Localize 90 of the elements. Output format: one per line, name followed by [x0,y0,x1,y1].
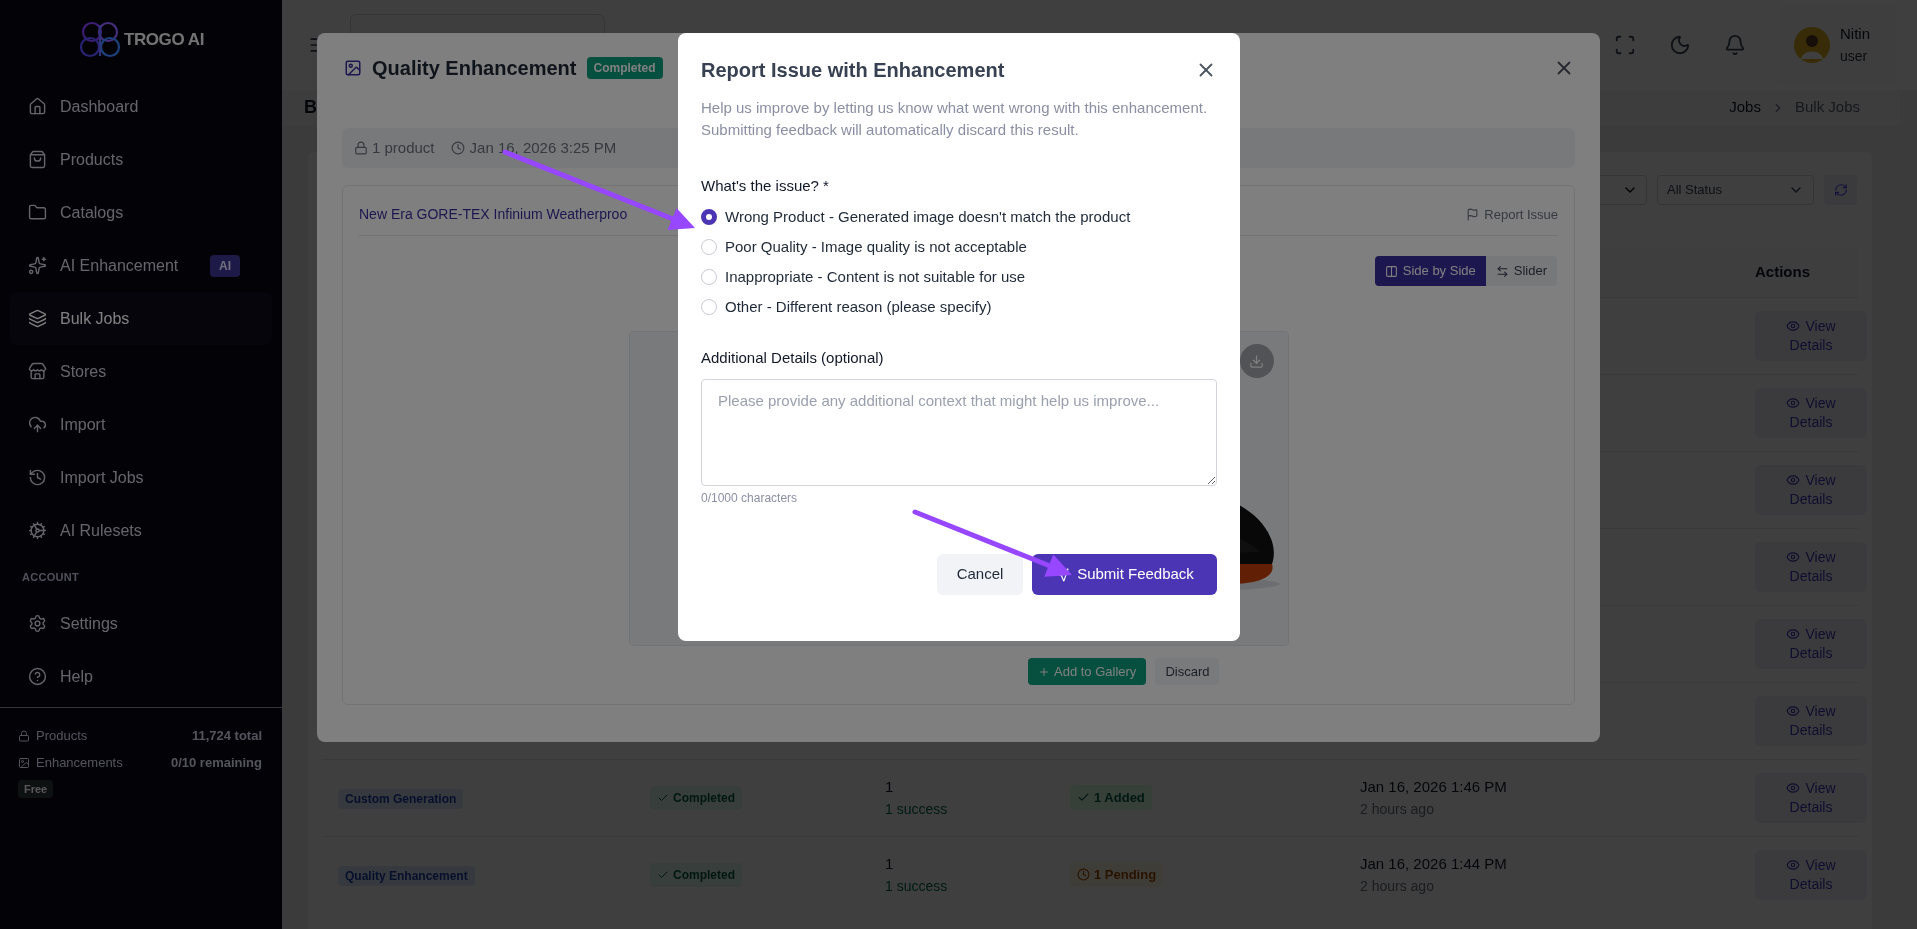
item-count: 1 [885,777,895,798]
fullscreen-icon[interactable] [1614,34,1636,56]
issue-option[interactable]: Inappropriate - Content is not suitable for use [701,262,1217,292]
columns-icon [1384,264,1398,278]
issue-option[interactable]: Wrong Product - Generated image doesn't match the product [701,202,1217,232]
cog-icon [28,521,47,540]
details-label: Additional Details (optional) [701,348,885,368]
usage-label: Enhancements [36,753,123,772]
avatar [1794,27,1830,63]
refresh-button[interactable] [1824,175,1857,205]
help-icon [28,667,47,686]
image-icon [344,59,362,77]
submit-button[interactable]: Submit Feedback [1032,554,1217,595]
eye-icon [1786,396,1801,410]
breadcrumb-item[interactable]: Jobs [1729,96,1761,119]
gallery-badge: 1 Pending [1070,861,1164,888]
eye-icon [1786,704,1801,718]
add-to-gallery-button[interactable]: Add to Gallery [1028,658,1147,685]
sidebar-item[interactable]: Stores [10,345,272,398]
logo-text: TROGO AI [124,29,204,52]
store-icon [28,362,47,381]
job-date: Jan 16, 2026 1:44 PM [1360,854,1508,875]
product-link[interactable]: New Era GORE-TEX Infinium Weatherproo [359,204,628,225]
moon-icon[interactable] [1669,34,1691,56]
folder-icon [28,203,47,222]
item-count: 1 [885,854,895,875]
sidebar-item[interactable]: Catalogs [10,186,272,239]
view-toggle[interactable]: Side by Side [1374,256,1486,286]
eye-icon [1786,627,1801,641]
usage-label: Products [36,726,88,745]
cancel-button[interactable]: Cancel [937,554,1023,595]
swap-icon [1495,264,1509,278]
sidebar-item[interactable]: Bulk Jobs [10,292,272,345]
sidebar-item[interactable]: Settings [10,597,272,650]
sidebar-item[interactable]: Import [10,398,272,451]
eye-icon [1786,550,1801,564]
column-header: Actions [1755,262,1811,283]
sidebar-item[interactable]: Products [10,133,272,186]
clock-icon [1077,868,1090,882]
section-label: ACCOUNT [22,569,79,585]
status-badge: Completed [586,57,663,79]
sparkle-icon [28,256,47,275]
issue-option[interactable]: Poor Quality - Image quality is not acceptable [701,232,1217,262]
plus-icon [1038,665,1050,678]
plan-badge: Free [18,780,54,798]
view-toggle[interactable]: Slider [1485,256,1557,286]
discard-button[interactable]: Discard [1155,658,1220,685]
usage-value: 11,724 total [191,726,262,745]
sidebar-item[interactable]: AI Rulesets [10,504,272,557]
clock-icon [450,141,465,155]
image-icon [18,756,30,769]
history-icon [28,468,47,487]
bag-icon [28,150,47,169]
eye-icon [1786,473,1801,487]
success-count: 1 success [885,799,949,819]
question-label: What's the issue? * [701,176,830,196]
details-field[interactable]: Please provide any additional context that might help us improve... [701,379,1217,486]
eye-icon [1786,319,1801,333]
lock-icon [354,141,368,155]
page-title: B [304,96,317,119]
character-counter: 0/1000 characters [701,490,799,506]
settings-icon [28,614,47,633]
sidebar-item[interactable]: Help [10,650,272,703]
dialog-title: Quality Enhancement [372,56,577,81]
house-icon [28,97,47,116]
bell-icon[interactable] [1724,34,1746,56]
cloud-upload-icon [28,415,47,434]
success-count: 1 success [885,876,949,896]
dialog-description: Help us improve by letting us know what went wrong with this enhancement. Submitting feedback will automatically discard this result. [701,98,1209,140]
flag-icon [1466,208,1480,221]
refresh-icon [1833,183,1848,197]
status-badge: Completed [650,862,742,887]
job-date: Jan 16, 2026 1:46 PM [1360,777,1508,798]
download-icon [1249,353,1264,369]
layers-icon [28,309,47,328]
ai-badge: AI [210,254,240,277]
usage-value: 0/10 remaining [170,753,262,772]
user-name: Nitin [1840,24,1870,44]
sidebar-item[interactable]: Import Jobs [10,451,272,504]
report-issue-button[interactable]: Report Issue [1466,204,1558,225]
eye-icon [1786,858,1801,872]
lock-icon [18,729,30,742]
product-count: 1 product [372,137,435,158]
sidebar-item[interactable]: AI Enhancement AI [10,239,272,292]
issue-option[interactable]: Other - Different reason (please specify) [701,292,1217,322]
radio-button[interactable] [701,209,717,225]
eye-icon [1786,781,1801,795]
sidebar-item[interactable]: Dashboard [10,80,272,133]
dialog-title: Report Issue with Enhancement [701,58,1005,83]
status-badge: Completed [650,785,742,810]
